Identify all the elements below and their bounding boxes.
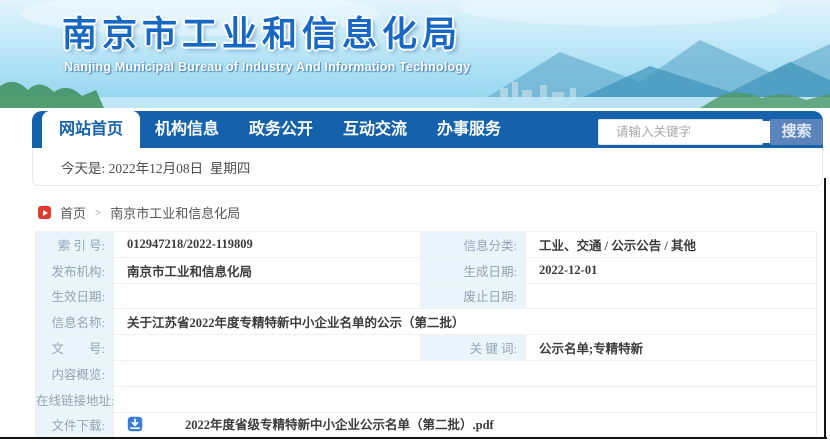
breadcrumb-separator: >	[95, 206, 102, 219]
site-subtitle: Nanjing Municipal Bureau of Industry And…	[64, 60, 471, 74]
field-label: 废止日期:	[420, 282, 526, 310]
field-value	[113, 282, 421, 310]
field-value: 南京市工业和信息化局	[113, 256, 421, 284]
site-title: 南京市工业和信息化局	[62, 15, 463, 54]
field-label: 信息名称:	[35, 308, 114, 336]
field-label: 信息分类:	[420, 231, 526, 258]
field-label: 文件下载:	[35, 411, 114, 439]
field-value: 012947218/2022-119809	[113, 231, 421, 258]
field-value: 2022-12-01	[525, 256, 817, 284]
file-name[interactable]: 2022年度省级专精特新中小企业公示名单（第二批）.pdf	[185, 414, 494, 433]
breadcrumb-marker-icon	[38, 206, 51, 219]
today-date: 今天是: 2022年12月08日 星期四	[61, 160, 251, 176]
search-button[interactable]: 搜索	[770, 119, 823, 145]
table-row: 在线链接地址:	[35, 385, 817, 413]
field-label: 生效日期:	[35, 282, 114, 310]
field-value	[525, 282, 817, 310]
table-row: 信息名称: 关于江苏省2022年度专精特新中小企业名单的公示（第二批）	[35, 308, 817, 336]
nav-tab-4[interactable]: 互动交流	[328, 111, 422, 148]
table-row: 内容概览:	[35, 359, 817, 387]
field-label: 关 键 词:	[420, 334, 526, 361]
field-value	[113, 334, 421, 361]
table-row: 生效日期: 废止日期:	[35, 282, 817, 310]
field-value: 公示名单;专精特新	[525, 334, 817, 361]
breadcrumb-item[interactable]: 首页	[60, 203, 86, 222]
breadcrumb-item[interactable]: 南京市工业和信息化局	[110, 203, 240, 222]
table-row: 文 号: 关 键 词: 公示名单;专精特新	[35, 334, 817, 361]
field-value	[113, 359, 817, 387]
field-value: 2022年度省级专精特新中小企业公示名单（第二批）.pdf	[113, 411, 817, 439]
field-label: 内容概览:	[35, 359, 114, 387]
frame-bottom-line	[0, 437, 827, 439]
download-icon[interactable]	[127, 416, 143, 432]
file-download-link[interactable]: 2022年度省级专精特新中小企业公示名单（第二批）.pdf	[127, 414, 494, 433]
search-input[interactable]	[614, 121, 779, 143]
search-box	[598, 119, 779, 145]
page: 南京市工业和信息化局 Nanjing Municipal Bureau of I…	[0, 0, 830, 443]
field-label: 索 引 号:	[35, 231, 114, 258]
field-value	[113, 385, 817, 413]
document-info-table: 索 引 号: 012947218/2022-119809 信息分类: 工业、交通 / …	[35, 231, 817, 439]
breadcrumb: 首页 > 南京市工业和信息化局	[38, 203, 240, 222]
nav-tab-1[interactable]: 网站首页	[42, 111, 140, 148]
nav-tab-2[interactable]: 机构信息	[140, 111, 234, 148]
field-value: 关于江苏省2022年度专精特新中小企业名单的公示（第二批）	[113, 308, 817, 336]
site-banner: 南京市工业和信息化局 Nanjing Municipal Bureau of I…	[0, 0, 830, 108]
breadcrumb-items: 首页 > 南京市工业和信息化局	[60, 203, 240, 222]
field-label: 发布机构:	[35, 256, 114, 284]
main-navbar: 网站首页机构信息政务公开互动交流办事服务 搜索	[32, 111, 823, 148]
field-value: 工业、交通 / 公示公告 / 其他	[525, 231, 817, 258]
table-row: 索 引 号: 012947218/2022-119809 信息分类: 工业、交通 / …	[35, 231, 817, 258]
field-label: 在线链接地址:	[35, 385, 114, 413]
nav-tab-5[interactable]: 办事服务	[422, 111, 516, 148]
table-row: 发布机构: 南京市工业和信息化局 生成日期: 2022-12-01	[35, 256, 817, 284]
dateline-bar: 今天是: 2022年12月08日 星期四	[32, 148, 823, 186]
table-row: 文件下载: 2022年度省级专精特新中小企业公示名单（第二批）.pdf	[35, 411, 817, 439]
field-label: 文 号:	[35, 334, 114, 361]
field-label: 生成日期:	[420, 256, 526, 284]
nav-tab-3[interactable]: 政务公开	[234, 111, 328, 148]
frame-right-line	[824, 178, 826, 439]
